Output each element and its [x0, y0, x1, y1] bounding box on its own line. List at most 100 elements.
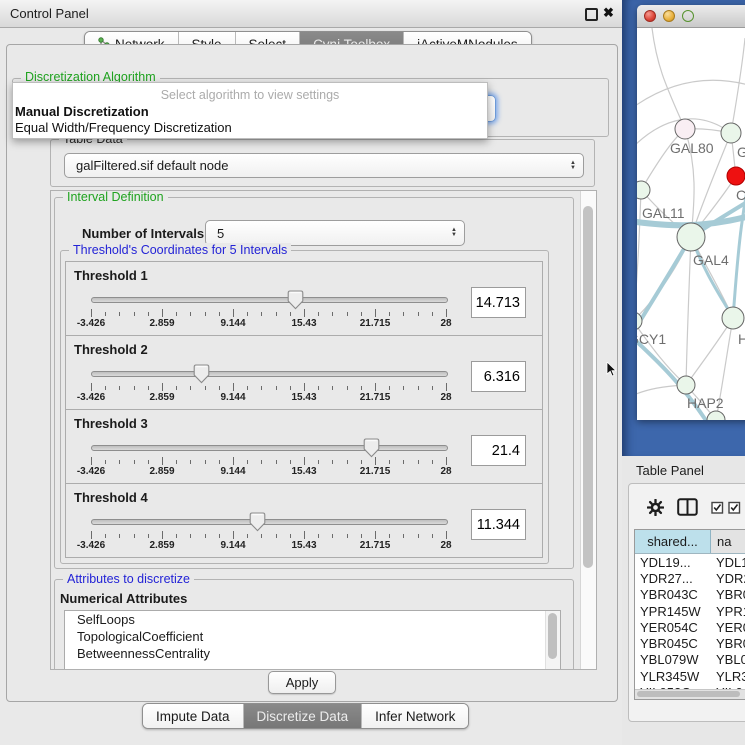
gear-icon[interactable] [647, 499, 664, 516]
table-row[interactable]: YBL079WYBL0 [635, 652, 745, 668]
table-hscrollbar[interactable] [635, 689, 745, 699]
node-label: GCY1 [637, 331, 666, 347]
threshold-slider[interactable]: -3.4262.8599.14415.4321.71528 [91, 440, 446, 480]
table-row[interactable]: YLR345WYLR3 [635, 668, 745, 684]
table-row[interactable]: YDR27...YDR2 [635, 570, 745, 586]
slider-tick-labels: -3.4262.8599.14415.4321.71528 [91, 466, 446, 478]
table-data-combo[interactable]: galFiltered.sif default node ▲▼ [64, 153, 584, 178]
zoom-traffic-light-icon[interactable] [682, 10, 694, 22]
dropdown-item-equal-width[interactable]: Equal Width/Frequency Discretization [15, 120, 232, 135]
dropdown-item-manual[interactable]: Manual Discretization [15, 104, 149, 119]
slider-track[interactable] [91, 371, 448, 377]
table-hscrollbar-thumb[interactable] [637, 691, 740, 697]
close-icon[interactable]: ✖ [603, 5, 614, 21]
threshold-value-field[interactable] [471, 287, 526, 318]
node-label: HAP2 [687, 395, 724, 411]
slider-handle[interactable] [249, 512, 266, 532]
cell-name: YDR2 [710, 571, 745, 586]
number-of-intervals-label: Number of Intervals [82, 226, 204, 241]
apply-label: Apply [286, 675, 319, 690]
slider-track[interactable] [91, 519, 448, 525]
interval-definition-group: Interval Definition Number of Intervals … [54, 197, 574, 569]
attribute-item[interactable]: BetweennessCentrality [65, 645, 560, 662]
settings-scrollbar[interactable] [580, 191, 596, 669]
slider-ticks [91, 531, 446, 539]
checkbox-select-icon[interactable] [711, 501, 724, 514]
attributes-group: Attributes to discretize Numerical Attri… [54, 579, 574, 670]
table-row[interactable]: YDL19...YDL1 [635, 554, 745, 570]
network-node[interactable] [721, 123, 741, 143]
attribute-item[interactable]: TopologicalCoefficient [65, 628, 560, 645]
list-scrollbar-thumb[interactable] [548, 613, 557, 659]
split-columns-icon[interactable] [677, 498, 698, 516]
slider-track[interactable] [91, 297, 448, 303]
slider-handle[interactable] [363, 438, 380, 458]
group-title: Interval Definition [63, 190, 168, 204]
cyni-mode-tabs: Impute Data Discretize Data Infer Networ… [142, 703, 469, 729]
group-title: Attributes to discretize [63, 572, 194, 586]
apply-button[interactable]: Apply [268, 671, 336, 694]
close-traffic-light-icon[interactable] [644, 10, 656, 22]
threshold-row: Threshold 1 -3.4262.8599.14415.4321.7152… [65, 261, 543, 336]
tab-label: Impute Data [156, 709, 230, 724]
tab-impute-data[interactable]: Impute Data [143, 704, 243, 728]
list-scrollbar[interactable] [545, 611, 560, 670]
threshold-value-field[interactable] [471, 435, 526, 466]
table-row[interactable]: YPR145WYPR1 [635, 603, 745, 619]
float-window-icon[interactable] [585, 8, 598, 21]
table-panel: shared... na YDL19...YDL1YDR27...YDR2YBR… [628, 483, 745, 722]
attribute-item[interactable]: SelfLoops [65, 611, 560, 628]
cell-shared-name: YLR345W [635, 669, 710, 684]
column-header-shared-name[interactable]: shared... [635, 530, 711, 553]
cell-name: YBR0 [710, 587, 745, 602]
threshold-value-field[interactable] [471, 361, 526, 392]
threshold-slider[interactable]: -3.4262.8599.14415.4321.71528 [91, 514, 446, 554]
slider-tick-labels: -3.4262.8599.14415.4321.71528 [91, 392, 446, 404]
threshold-slider[interactable]: -3.4262.8599.14415.4321.71528 [91, 292, 446, 332]
numerical-attributes-list: SelfLoopsTopologicalCoefficientBetweenne… [64, 610, 561, 670]
network-node[interactable] [727, 167, 745, 185]
numerical-attributes-label: Numerical Attributes [60, 591, 187, 606]
table-row[interactable]: YBR043CYBR0 [635, 587, 745, 603]
slider-track[interactable] [91, 445, 448, 451]
table-panel-region: Table Panel [622, 456, 745, 745]
threshold-label: Threshold 2 [74, 342, 148, 357]
dropdown-placeholder: Select algorithm to view settings [13, 88, 487, 102]
tab-infer-network[interactable]: Infer Network [361, 704, 468, 728]
network-node[interactable] [637, 181, 650, 199]
network-view-window: GAL80GACGAL11GAL4GCY1HHAP2 [637, 5, 745, 420]
checkbox-select-all-icon[interactable] [728, 501, 741, 514]
column-header-name[interactable]: na [711, 530, 745, 553]
table-row[interactable]: YBR045CYBR0 [635, 635, 745, 651]
settings-scrollbar-thumb[interactable] [583, 206, 593, 568]
slider-ticks [91, 457, 446, 465]
slider-handle[interactable] [193, 364, 210, 384]
threshold-value-field[interactable] [471, 509, 526, 540]
group-title: Threshold's Coordinates for 5 Intervals [69, 243, 291, 257]
slider-handle[interactable] [287, 290, 304, 310]
application-window: Control Panel ✖ Network Style Select Cyn… [0, 0, 745, 745]
network-canvas[interactable]: GAL80GACGAL11GAL4GCY1HHAP2 [637, 28, 745, 420]
slider-ticks [91, 383, 446, 391]
control-panel-titlebar: Control Panel ✖ [0, 0, 622, 28]
cell-name: YPR1 [710, 604, 745, 619]
cell-name: YBL0 [710, 652, 745, 667]
cell-name: YBR0 [710, 636, 745, 651]
node-table: shared... na YDL19...YDL1YDR27...YDR2YBR… [634, 529, 745, 700]
cell-shared-name: YBR043C [635, 587, 710, 602]
table-panel-title: Table Panel [636, 463, 704, 478]
threshold-row: Threshold 2 -3.4262.8599.14415.4321.7152… [65, 335, 543, 410]
minimize-traffic-light-icon[interactable] [663, 10, 675, 22]
algorithm-dropdown: Select algorithm to view settings Manual… [12, 82, 488, 139]
network-node[interactable] [637, 312, 642, 330]
table-header: shared... na [635, 530, 745, 554]
table-row[interactable]: YER054CYER0 [635, 619, 745, 635]
network-node[interactable] [677, 223, 705, 251]
network-node[interactable] [722, 307, 744, 329]
network-node[interactable] [677, 376, 695, 394]
threshold-slider[interactable]: -3.4262.8599.14415.4321.71528 [91, 366, 446, 406]
tab-discretize-data[interactable]: Discretize Data [243, 704, 362, 728]
slider-tick-labels: -3.4262.8599.14415.4321.71528 [91, 540, 446, 552]
network-node[interactable] [675, 119, 695, 139]
threshold-row: Threshold 3 -3.4262.8599.14415.4321.7152… [65, 409, 543, 484]
